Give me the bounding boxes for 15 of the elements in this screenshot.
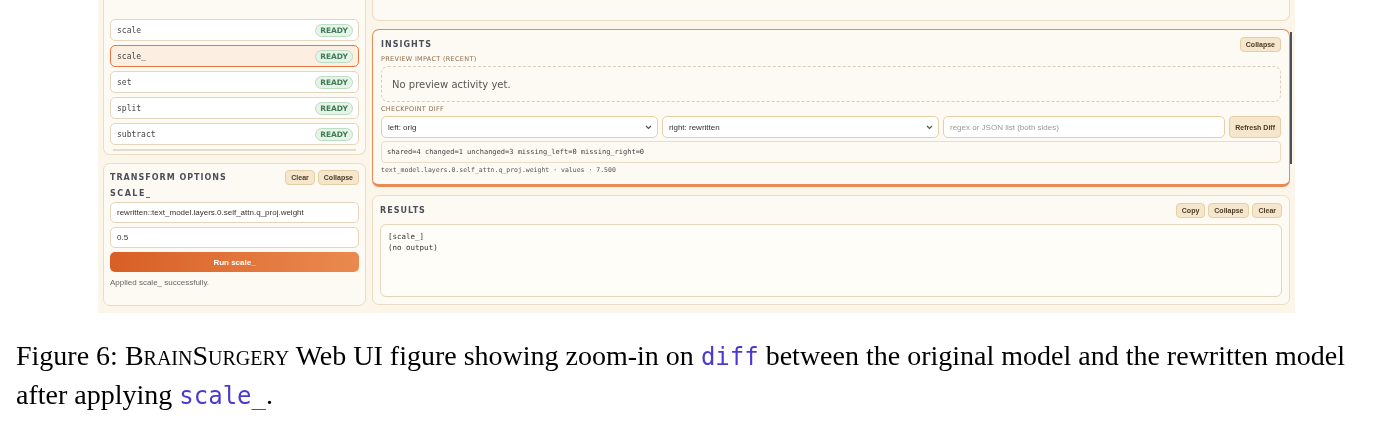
empty-message: No preview activity yet. bbox=[392, 78, 511, 90]
panel-title: RESULTS bbox=[380, 206, 426, 215]
status-message: Applied scale_ successfully. bbox=[110, 277, 210, 287]
operation-title: SCALE_ bbox=[110, 189, 153, 198]
panel-title: TRANSFORM OPTIONS bbox=[110, 173, 227, 182]
figure-caption: Figure 6: BrainSurgery Web UI figure showing zoom-in on diff between the original model and the rewritten model after applying scale_. bbox=[16, 339, 1346, 412]
right-select[interactable]: right: rewritten bbox=[662, 116, 939, 138]
chevron-down-icon bbox=[645, 124, 652, 130]
left-select[interactable]: left: orig bbox=[381, 116, 658, 138]
filter-field[interactable]: regex or JSON list (both sides) bbox=[943, 116, 1226, 138]
scrollbar[interactable] bbox=[1290, 32, 1292, 164]
factor-field[interactable]: 0.5 bbox=[110, 227, 359, 248]
target-field[interactable]: rewritten::text_model.layers.0.self_attn.q_proj.weight bbox=[110, 202, 359, 223]
chevron-down-icon bbox=[926, 124, 933, 130]
panel-title: INSIGHTS bbox=[381, 40, 432, 49]
